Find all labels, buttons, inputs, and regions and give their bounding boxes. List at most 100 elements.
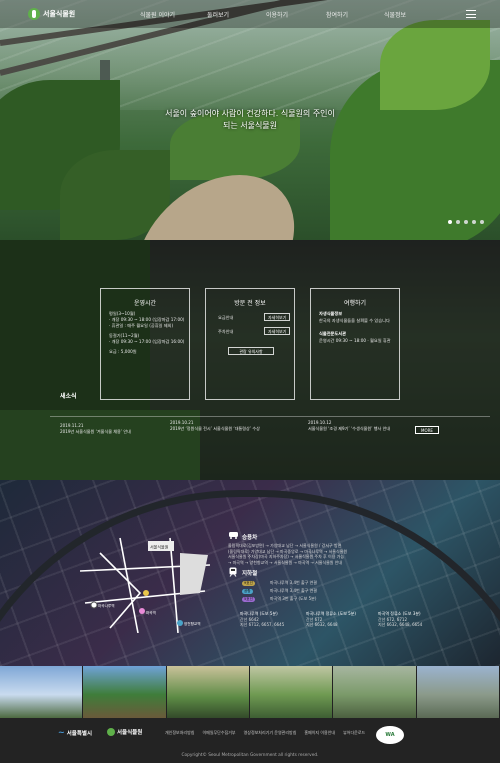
- car-direction-line: → 마곡역 → 양천향교역 → 서울식물원 → 마곡역 → 서울식물원 안내: [228, 559, 343, 565]
- footer-link-email-refusal[interactable]: 이메일무단수집거부: [202, 730, 235, 736]
- subway-icon: [229, 567, 237, 577]
- location-map[interactable]: 서울식물원 마곡나루역 마곡역 양천향교역: [80, 533, 210, 633]
- subway-line-badge: 5호선: [242, 597, 255, 602]
- footer-botanic-logo[interactable]: 서울식물원: [107, 728, 142, 736]
- map-label-magok: 마곡역: [146, 610, 156, 615]
- hours-box: 운영시간 평일(3~10월) · 개장 09:30 ~ 18:00 (입장마감 …: [100, 288, 190, 400]
- news-item[interactable]: 2019.11.21 2019년 서울식물원 ‘겨울식물 채용’ 안내: [60, 423, 175, 434]
- map-road: [119, 537, 139, 633]
- slide-dot[interactable]: [464, 220, 468, 224]
- subway-line-badge: 9호선: [242, 581, 255, 586]
- map-road: [99, 552, 142, 629]
- news-item[interactable]: 2019.10.21 2019년 ‘정원식물 전시’ 서울식물원 ‘대통령상’ …: [170, 420, 295, 431]
- map-label-magoknaru: 마곡나루역: [98, 603, 115, 608]
- explore-box: 여행하기 자생식물정보 한국의 자생식물들을 살펴볼 수 있습니다 식물전문도서…: [310, 288, 400, 400]
- news-text: 2019년 ‘정원식물 전시’ 서울식물원 ‘대통령상’ 수상: [170, 425, 260, 431]
- slide-dot[interactable]: [448, 220, 452, 224]
- visit-item-parking: 주차안내: [218, 329, 234, 334]
- nav-item-plant-info[interactable]: 식물정보: [384, 10, 406, 19]
- bus-stop: 마곡역 정류소 (도보 3분) 간선 672, 6712 지선 6632, 66…: [378, 611, 448, 628]
- footer-link-viewer-download[interactable]: 뷰어다운로드: [343, 730, 365, 736]
- news-more-button[interactable]: MORE: [415, 426, 439, 434]
- hours-title: 운영시간: [133, 300, 157, 307]
- slide-dot[interactable]: [480, 220, 484, 224]
- slide-pagination: [448, 220, 484, 224]
- nav-item-tour[interactable]: 둘러보기: [207, 10, 229, 19]
- hours-line: · 개장 09:30 ~ 17:00 (입장마감 16:00): [109, 339, 185, 344]
- news-item[interactable]: 2019.10.12 서울식물원 ‘조경 제9기’ ‘수생식물원’ 행사 안내: [308, 420, 413, 431]
- news-text: 2019년 서울식물원 ‘겨울식물 채용’ 안내: [60, 428, 131, 434]
- bus-stop-line: 지선 6712, 6657, 6645: [240, 622, 285, 627]
- explore-title: 여행하기: [343, 300, 367, 307]
- seoul-city-logo[interactable]: ~ 서울특별시: [58, 728, 92, 737]
- native-plants-link[interactable]: 자생식물정보: [319, 311, 342, 317]
- map-block: [180, 553, 208, 595]
- station-marker: [139, 608, 145, 614]
- car-directions-text: 올림픽대로(김포방면) → 가양대교 남단 → 서울식물원 / 강서구 방면 (…: [228, 543, 418, 565]
- photo-thumbnail[interactable]: [416, 666, 500, 718]
- photo-thumbnail[interactable]: [0, 666, 84, 718]
- station-marker: [177, 620, 183, 626]
- menu-icon[interactable]: [466, 10, 476, 18]
- footer-link-cctv-policy[interactable]: 영상정보처리기기 운영관리방침: [244, 730, 297, 736]
- site-logo[interactable]: 서울식물원: [28, 8, 75, 20]
- station-marker: [90, 601, 98, 609]
- info-section: 운영시간 평일(3~10월) · 개장 09:30 ~ 18:00 (입장마감 …: [0, 240, 500, 480]
- foliage: [380, 20, 490, 110]
- hours-line: · 휴관일 : 매주 월요일 (공휴일 제외): [109, 323, 174, 328]
- logo-text: 서울식물원: [43, 10, 76, 18]
- bus-stop-line: 지선 6632, 6648: [306, 622, 338, 627]
- fee-detail-button[interactable]: 자세히보기: [264, 313, 291, 321]
- bus-stop: 마곡나루역 (도보 5분) 간선 6642 지선 6712, 6657, 664…: [240, 611, 306, 628]
- footer-links: 개인정보처리방침 이메일무단수집거부 영상정보처리기기 운영관리방침 홈페이지 …: [165, 730, 365, 736]
- subway-line-text: 마곡나루역 3,4번 출구 연결: [270, 588, 317, 593]
- botanic-logo-icon: [107, 728, 115, 736]
- seoul-city-logo-text: 서울특별시: [66, 730, 93, 737]
- visit-info-title: 방문 전 정보: [234, 300, 266, 307]
- map-label-botanic-park: 서울식물원: [150, 544, 169, 550]
- car-directions-title: 승용차: [242, 535, 258, 541]
- copyright-text: Copyright© Seoul Metropolitan Government…: [181, 753, 319, 758]
- photo-thumbnail[interactable]: [333, 666, 417, 718]
- slide-dot[interactable]: [472, 220, 476, 224]
- station-marker: [143, 590, 149, 596]
- visit-info-box: 방문 전 정보 요금안내 자세히보기 주차안내 자세히보기 관람 유의사항: [205, 288, 295, 400]
- photo-thumbnail[interactable]: [249, 666, 334, 718]
- nav-item-use[interactable]: 이용하기: [266, 10, 288, 19]
- hero-title-line2: 되는 서울식물원: [222, 121, 278, 130]
- subway-line-text: 마곡역 3번 출구 (도보 5분): [270, 596, 317, 601]
- bus-stop-line: 지선 6632, 6648, 6654: [378, 622, 423, 627]
- fee-text: 요금 : 5,000원: [109, 349, 137, 354]
- visit-item-fee: 요금안내: [218, 315, 234, 320]
- hero-title-line1: 서울이 숲이어야 사람이 건강하다. 식물원의 주인이: [165, 109, 335, 118]
- seoul-city-logo-icon: ~: [58, 728, 65, 737]
- web-accessibility-badge[interactable]: WA: [376, 726, 404, 744]
- nav-item-participate[interactable]: 참여하기: [326, 10, 348, 19]
- news-text: 서울식물원 ‘조경 제9기’ ‘수생식물원’ 행사 안내: [308, 425, 391, 431]
- bus-stop: 마곡나루역 정류소 (도보 5분) 간선 672 지선 6632, 6648: [306, 611, 376, 628]
- parking-detail-button[interactable]: 자세히보기: [264, 327, 291, 335]
- slide-dot[interactable]: [456, 220, 460, 224]
- photo-strip: [0, 666, 500, 718]
- news-title: 새소식: [60, 393, 77, 400]
- native-plants-desc: 한국의 자생식물들을 살펴볼 수 있습니다: [319, 318, 390, 323]
- seoul-botanic-park-logo-icon: [28, 8, 40, 20]
- map-road: [169, 537, 179, 633]
- plant-library-desc: 운영시간 09:30 ~ 18:00 · 월요일 휴관: [319, 338, 391, 343]
- map-label-yangcheon: 양천향교역: [184, 621, 201, 626]
- footer-link-usage-guide[interactable]: 홈페이지 이용안내: [304, 730, 335, 736]
- photo-thumbnail[interactable]: [83, 666, 167, 718]
- hero-section: 서울식물원 식물원 이야기 둘러보기 이용하기 참여하기 식물정보 서울이 숲이…: [0, 0, 500, 240]
- subway-title: 지하철: [242, 571, 258, 577]
- visitor-notice-button[interactable]: 관람 유의사항: [228, 347, 274, 355]
- nav-item-story[interactable]: 식물원 이야기: [140, 10, 175, 19]
- car-icon: [229, 532, 238, 539]
- news-divider: [50, 416, 490, 417]
- plant-library-link[interactable]: 식물전문도서관: [319, 331, 346, 337]
- photo-thumbnail[interactable]: [166, 666, 250, 718]
- footer-link-privacy[interactable]: 개인정보처리방침: [165, 730, 194, 736]
- top-navigation-bar: 서울식물원 식물원 이야기 둘러보기 이용하기 참여하기 식물정보: [0, 0, 500, 28]
- footer-botanic-logo-text: 서울식물원: [117, 730, 143, 736]
- subway-line-badge: 공항: [242, 589, 253, 594]
- footer: ~ 서울특별시 서울식물원 개인정보처리방침 이메일무단수집거부 영상정보처리기…: [0, 718, 500, 763]
